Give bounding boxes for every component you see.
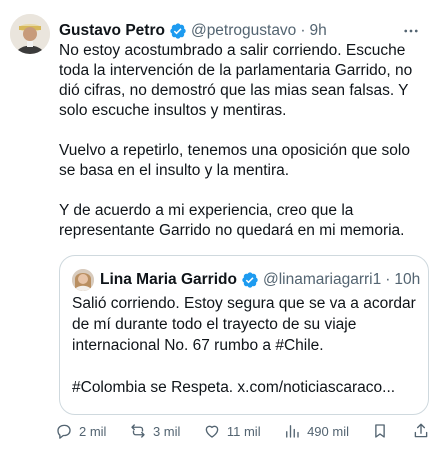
- like-button[interactable]: 11 mil: [203, 422, 261, 440]
- tweet-text: No estoy acostumbrado a salir corriendo.…: [59, 41, 429, 241]
- like-count: 11 mil: [226, 423, 261, 439]
- bookmark-icon: [375, 424, 386, 438]
- quoted-author-handle: @linamariagarri1: [262, 271, 382, 288]
- views-count: 490 mil: [307, 423, 349, 439]
- share-icon: [414, 423, 428, 438]
- heart-icon: [205, 425, 219, 438]
- verified-badge-icon: [169, 22, 187, 40]
- tweet-paragraph: Y de acuerdo a mi experiencia, creo que …: [59, 202, 405, 239]
- reply-button[interactable]: 2 mil: [55, 422, 106, 440]
- tweet[interactable]: Gustavo Petro @petrogustavo · 9h No esto…: [0, 0, 440, 450]
- author-name[interactable]: Gustavo Petro: [59, 22, 165, 40]
- repost-icon: [131, 424, 145, 438]
- reply-count: 2 mil: [79, 423, 107, 439]
- more-options-button[interactable]: [398, 20, 424, 42]
- quoted-tweet[interactable]: Lina Maria Garrido @linamariagarri1 · 10…: [59, 255, 429, 415]
- tweet-time[interactable]: 9h: [309, 22, 326, 40]
- tweet-paragraph: No estoy acostumbrado a salir corriendo.…: [59, 42, 413, 119]
- verified-badge-icon: [241, 271, 259, 289]
- author-handle[interactable]: @petrogustavo: [191, 22, 296, 40]
- quoted-tweet-text: Salió corriendo. Estoy segura que se va …: [72, 293, 420, 398]
- tweet-paragraph: Vuelvo a repetirlo, tenemos una oposició…: [59, 142, 410, 179]
- quoted-paragraph: Salió corriendo. Estoy segura que se va …: [72, 295, 416, 354]
- author-avatar[interactable]: [10, 14, 50, 54]
- views-button[interactable]: 490 mil: [283, 422, 349, 440]
- quoted-tweet-header: Lina Maria Garrido @linamariagarri1 · 10…: [72, 268, 421, 292]
- repost-button[interactable]: 3 mil: [129, 422, 180, 440]
- reply-icon: [57, 424, 71, 439]
- views-chart-icon: [286, 425, 299, 438]
- tweet-actions: 2 mil 3 mil 11 mil 490 mil: [55, 418, 430, 444]
- repost-count: 3 mil: [152, 423, 181, 439]
- share-button[interactable]: [412, 422, 430, 440]
- quoted-author-avatar: [72, 269, 94, 291]
- tweet-header: Gustavo Petro @petrogustavo · 9h: [59, 20, 430, 42]
- more-icon: [404, 29, 418, 33]
- quoted-author-name: Lina Maria Garrido: [100, 271, 237, 288]
- quoted-tweet-time: 10h: [394, 271, 421, 288]
- separator-dot: ·: [385, 271, 391, 288]
- bookmark-button[interactable]: [371, 422, 389, 440]
- quoted-paragraph: #Colombia se Respeta. x.com/noticiascara…: [72, 379, 396, 396]
- separator-dot: ·: [300, 22, 306, 39]
